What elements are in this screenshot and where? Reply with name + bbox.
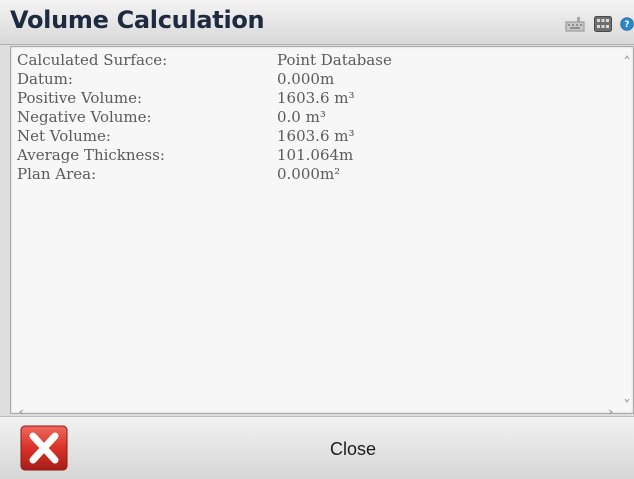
bottom-bar: Close bbox=[0, 416, 634, 479]
result-row-calculated-surface: Calculated Surface: Point Database bbox=[17, 51, 392, 70]
result-label: Net Volume: bbox=[17, 127, 111, 145]
result-row-positive-volume: Positive Volume: 1603.6 m³ bbox=[17, 89, 392, 108]
title-bar: Volume Calculation ? bbox=[0, 0, 634, 45]
result-row-negative-volume: Negative Volume: 0.0 m³ bbox=[17, 108, 392, 127]
result-label: Calculated Surface: bbox=[17, 51, 168, 69]
result-value: 0.000m bbox=[277, 70, 335, 88]
title-bar-icons: ? bbox=[564, 12, 634, 36]
horizontal-scrollbar[interactable] bbox=[17, 403, 617, 415]
window-title: Volume Calculation bbox=[10, 6, 265, 34]
keyboard-icon[interactable] bbox=[564, 14, 586, 34]
result-label: Negative Volume: bbox=[17, 108, 152, 126]
result-value: Point Database bbox=[277, 51, 392, 69]
result-value: 0.000m² bbox=[277, 165, 341, 183]
close-icon[interactable] bbox=[20, 425, 68, 471]
grid-icon[interactable] bbox=[592, 14, 614, 34]
result-value: 101.064m bbox=[277, 146, 354, 164]
result-label: Plan Area: bbox=[17, 165, 97, 183]
result-label: Average Thickness: bbox=[17, 146, 165, 164]
result-value: 1603.6 m³ bbox=[277, 89, 355, 107]
vertical-scrollbar[interactable] bbox=[623, 53, 631, 407]
help-icon[interactable]: ? bbox=[620, 14, 634, 34]
results-list: Calculated Surface: Point Database Datum… bbox=[17, 51, 392, 184]
result-row-net-volume: Net Volume: 1603.6 m³ bbox=[17, 127, 392, 146]
volume-calculation-window: Volume Calculation ? Calculated Surface:… bbox=[0, 0, 634, 479]
results-panel: Calculated Surface: Point Database Datum… bbox=[10, 46, 634, 415]
result-row-plan-area: Plan Area: 0.000m² bbox=[17, 165, 392, 184]
result-row-datum: Datum: 0.000m bbox=[17, 70, 392, 89]
result-value: 1603.6 m³ bbox=[277, 127, 355, 145]
result-value: 0.0 m³ bbox=[277, 108, 326, 126]
svg-text:?: ? bbox=[624, 20, 629, 30]
result-row-average-thickness: Average Thickness: 101.064m bbox=[17, 146, 392, 165]
result-label: Positive Volume: bbox=[17, 89, 143, 107]
result-label: Datum: bbox=[17, 70, 73, 88]
close-button[interactable]: Close bbox=[330, 439, 376, 460]
